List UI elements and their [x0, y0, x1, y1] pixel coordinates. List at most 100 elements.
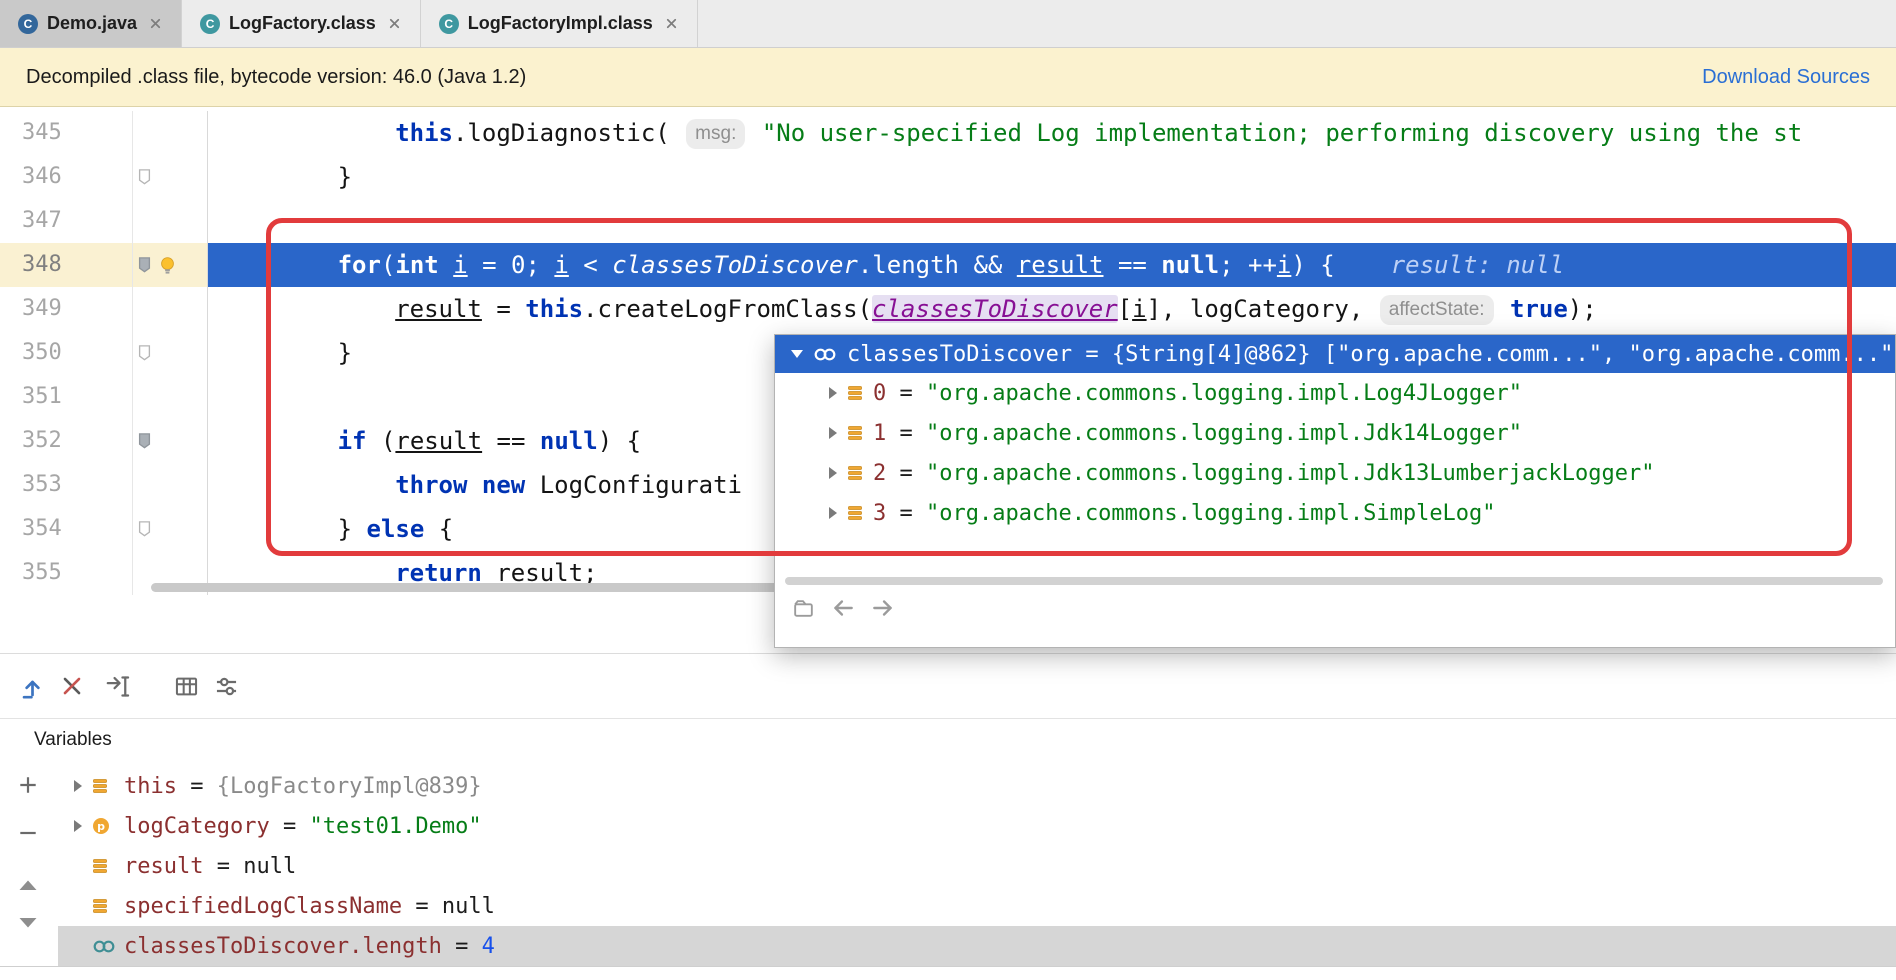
- gutter-cell[interactable]: [133, 507, 208, 551]
- code-line[interactable]: result = this.createLogFromClass(classes…: [208, 287, 1896, 331]
- variable-name: logCategory: [124, 813, 270, 839]
- popup-equals: =: [1072, 341, 1112, 367]
- close-icon[interactable]: [148, 16, 163, 31]
- code-token: for: [337, 251, 381, 279]
- run-to-cursor-button[interactable]: [98, 666, 138, 706]
- array-index: 3: [873, 500, 887, 526]
- decompile-banner: Decompiled .class file, bytecode version…: [0, 48, 1896, 107]
- line-number[interactable]: 355: [0, 551, 133, 595]
- remove-button[interactable]: [13, 818, 43, 848]
- equals-sign: =: [886, 460, 926, 486]
- tab-label: LogFactory.class: [229, 13, 376, 33]
- gutter-cell[interactable]: [133, 419, 208, 463]
- code-token: null: [1161, 251, 1220, 279]
- gutter-cell[interactable]: [133, 331, 208, 375]
- download-sources-link[interactable]: Download Sources: [1702, 66, 1870, 89]
- tab-demo-java[interactable]: C Demo.java: [0, 0, 183, 47]
- code-line[interactable]: [208, 199, 1896, 243]
- expand-toggle[interactable]: [64, 780, 92, 792]
- table-view-button[interactable]: [166, 666, 206, 706]
- code-line[interactable]: this.logDiagnostic( msg: "No user-specif…: [208, 111, 1896, 155]
- popup-header-row[interactable]: classesToDiscover = {String[4]@862} ["or…: [775, 335, 1895, 373]
- chevron-right-icon[interactable]: [74, 780, 82, 792]
- drop-frame-button[interactable]: [52, 666, 92, 706]
- code-token: this: [525, 295, 584, 323]
- code-line[interactable]: }: [208, 155, 1896, 199]
- variable-row[interactable]: classesToDiscover.length = 4: [58, 926, 1896, 966]
- popup-row[interactable]: 1 = "org.apache.commons.logging.impl.Jdk…: [775, 413, 1895, 453]
- gutter-cell[interactable]: [133, 243, 208, 287]
- forward-arrow-icon[interactable]: [870, 595, 896, 621]
- popup-row[interactable]: 2 = "org.apache.commons.logging.impl.Jdk…: [775, 453, 1895, 493]
- tab-logfactoryimpl-class[interactable]: C LogFactoryImpl.class: [421, 0, 698, 47]
- gutter-cell[interactable]: [133, 375, 208, 419]
- intention-bulb-icon[interactable]: [158, 256, 177, 275]
- divider: [0, 966, 1896, 967]
- code-token: ) {: [1291, 251, 1335, 279]
- popup-scrollbar[interactable]: [785, 577, 1883, 585]
- gutter-cell[interactable]: [133, 155, 208, 199]
- code-token: =: [467, 251, 512, 279]
- svg-text:p: p: [97, 820, 105, 833]
- code-row: 347: [0, 199, 1896, 243]
- line-number[interactable]: 353: [0, 463, 133, 507]
- line-number[interactable]: 345: [0, 111, 133, 155]
- line-number[interactable]: 350: [0, 331, 133, 375]
- variable-row[interactable]: result = null: [58, 846, 1896, 886]
- close-icon[interactable]: [387, 16, 402, 31]
- array-value: "org.apache.commons.logging.impl.SimpleL…: [926, 500, 1496, 526]
- gutter-cell[interactable]: [133, 111, 208, 155]
- line-number[interactable]: 352: [0, 419, 133, 463]
- line-number[interactable]: 348: [0, 243, 133, 287]
- gutter-cell[interactable]: [133, 199, 208, 243]
- line-number[interactable]: 351: [0, 375, 133, 419]
- chevron-right-icon[interactable]: [829, 507, 837, 519]
- variable-text: logCategory = "test01.Demo": [124, 814, 482, 839]
- code-line[interactable]: for(int i = 0; i < classesToDiscover.len…: [208, 243, 1896, 287]
- chevron-right-icon[interactable]: [829, 427, 837, 439]
- code-token: else: [366, 515, 425, 543]
- class-file-icon: C: [438, 13, 459, 34]
- back-arrow-icon[interactable]: [830, 595, 856, 621]
- step-out-button[interactable]: [12, 666, 52, 706]
- code-token: int: [395, 251, 439, 279]
- horizontal-scrollbar[interactable]: [151, 583, 791, 592]
- close-icon[interactable]: [664, 16, 679, 31]
- equals-sign: =: [886, 500, 926, 526]
- filter-button[interactable]: [206, 666, 246, 706]
- field-icon: [92, 778, 108, 794]
- popup-row[interactable]: 0 = "org.apache.commons.logging.impl.Log…: [775, 373, 1895, 413]
- variables-panel: this = {LogFactoryImpl@839} p logCategory …: [0, 760, 1896, 980]
- code-token: this: [395, 119, 453, 147]
- expand-toggle[interactable]: [64, 820, 92, 832]
- variable-row[interactable]: specifiedLogClassName = null: [58, 886, 1896, 926]
- code-token: ;: [525, 251, 555, 279]
- line-number[interactable]: 347: [0, 199, 133, 243]
- popup-row[interactable]: 3 = "org.apache.commons.logging.impl.Sim…: [775, 493, 1895, 533]
- code-token: LogConfigurati: [525, 471, 742, 499]
- scroll-down-button[interactable]: [13, 908, 43, 938]
- ide-window: C Demo.java C LogFactory.class C LogFactoryIm…: [0, 0, 1896, 980]
- chevron-right-icon[interactable]: [74, 820, 82, 832]
- gutter-cell[interactable]: [133, 463, 208, 507]
- add-button[interactable]: [13, 770, 43, 800]
- variable-text: specifiedLogClassName = null: [124, 894, 495, 919]
- variable-row[interactable]: this = {LogFactoryImpl@839}: [58, 766, 1896, 806]
- debugger-popup: classesToDiscover = {String[4]@862} ["or…: [774, 334, 1896, 648]
- tab-logfactory-class[interactable]: C LogFactory.class: [182, 0, 421, 47]
- field-icon: [92, 898, 108, 914]
- line-number[interactable]: 354: [0, 507, 133, 551]
- chevron-right-icon[interactable]: [829, 467, 837, 479]
- options-icon[interactable]: [791, 596, 816, 621]
- variable-row[interactable]: p logCategory = "test01.Demo": [58, 806, 1896, 846]
- code-token: i: [554, 251, 569, 279]
- parameter-icon: p: [92, 817, 110, 835]
- line-number[interactable]: 349: [0, 287, 133, 331]
- chevron-right-icon[interactable]: [829, 387, 837, 399]
- chevron-down-icon[interactable]: [791, 350, 803, 358]
- code-token: );: [1567, 295, 1597, 323]
- gutter-cell[interactable]: [133, 287, 208, 331]
- line-number[interactable]: 346: [0, 155, 133, 199]
- scroll-up-button[interactable]: [13, 870, 43, 900]
